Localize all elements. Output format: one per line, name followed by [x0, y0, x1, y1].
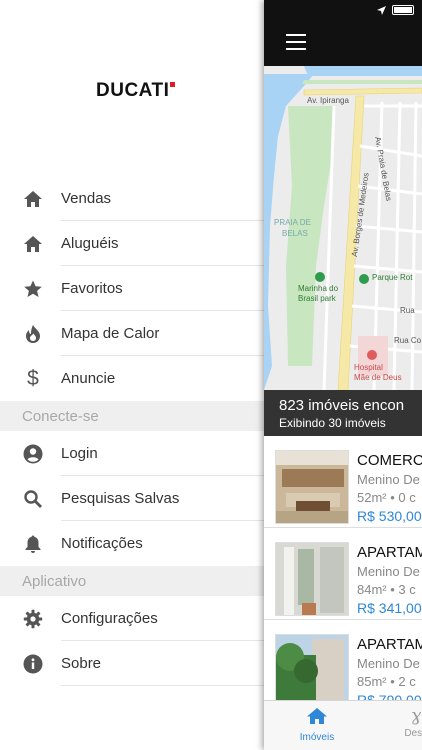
listing-specs: 52m² • 0 c — [357, 490, 416, 505]
menu-item-vendas[interactable]: Vendas — [0, 176, 265, 221]
tab-label: Dese — [404, 728, 422, 739]
tab-imoveis[interactable]: Imóveis — [277, 707, 357, 743]
listing-photo — [275, 450, 349, 524]
map-label: Parque Rot — [372, 273, 413, 282]
map-label: Mãe de Deus — [354, 373, 402, 382]
map-label: Av. Ipiranga — [307, 96, 349, 105]
info-icon — [22, 653, 44, 675]
listing-card[interactable]: COMERCI Menino De 52m² • 0 c R$ 530,00 — [264, 436, 422, 528]
listing-specs: 85m² • 2 c — [357, 674, 416, 689]
menu-label: Aluguéis — [61, 235, 119, 252]
menu-label: Pesquisas Salvas — [61, 490, 180, 507]
map-label: BELAS — [282, 229, 308, 238]
star-icon — [22, 278, 44, 300]
menu-item-pesquisas-salvas[interactable]: Pesquisas Salvas — [0, 476, 265, 521]
listing-specs: 84m² • 3 c — [357, 582, 416, 597]
gear-icon — [22, 608, 44, 630]
map-label: Marinha do — [298, 284, 339, 293]
menu-item-sobre[interactable]: Sobre — [0, 641, 265, 686]
menu-label: Configurações — [61, 610, 158, 627]
navigation-drawer: DUCATI Vendas Aluguéis Favoritos Mapa de… — [0, 0, 265, 750]
flame-icon — [22, 323, 44, 345]
top-navigation-bar — [264, 0, 422, 66]
menu-label: Favoritos — [61, 280, 123, 297]
brand-logo: DUCATI — [96, 80, 176, 102]
listing-price: R$ 530,00 — [357, 508, 422, 524]
battery-icon — [392, 5, 414, 15]
menu-label: Vendas — [61, 190, 112, 207]
menu-label: Sobre — [61, 655, 102, 672]
home-icon — [22, 188, 44, 210]
menu-label: Mapa de Calor — [61, 325, 160, 342]
dollar-icon: $ — [27, 366, 39, 390]
menu-item-notificacoes[interactable]: Notificações — [0, 521, 265, 566]
listing-title: COMERCI — [357, 452, 422, 469]
map-label: Hospital — [354, 363, 383, 372]
menu-item-anuncie[interactable]: $ Anuncie — [0, 356, 265, 401]
bottom-tab-bar: Imóveis ɣ Dese — [264, 700, 422, 750]
map-label: Brasil park — [298, 294, 336, 303]
menu-item-mapa-de-calor[interactable]: Mapa de Calor — [0, 311, 265, 356]
user-icon — [22, 443, 44, 465]
map-label: Rua Co — [394, 336, 422, 345]
divider — [61, 685, 265, 686]
listing-photo — [275, 634, 349, 708]
results-shown: Exibindo 30 imóveis — [279, 416, 386, 430]
menu-item-alugueis[interactable]: Aluguéis — [0, 221, 265, 266]
main-panel: Av. Ipiranga Av. Praia de Belas Av. Borg… — [264, 0, 422, 750]
map-label: Rua — [400, 306, 415, 315]
map-label: PRAIA DE — [274, 218, 311, 227]
map-view[interactable]: Av. Ipiranga Av. Praia de Belas Av. Borg… — [264, 66, 422, 390]
menu-item-favoritos[interactable]: Favoritos — [0, 266, 265, 311]
menu-item-login[interactable]: Login — [0, 431, 265, 476]
menu-label: Login — [61, 445, 98, 462]
listing-location: Menino De — [357, 472, 420, 487]
section-header-aplicativo: Aplicativo — [0, 566, 265, 596]
home-icon — [307, 708, 327, 724]
listing-photo — [275, 542, 349, 616]
tab-desenhar[interactable]: ɣ Dese — [376, 707, 422, 739]
home-icon — [22, 233, 44, 255]
listing-location: Menino De — [357, 564, 420, 579]
search-icon — [22, 488, 44, 510]
listing-card[interactable]: APARTAM Menino De 84m² • 3 c R$ 341,00 — [264, 528, 422, 620]
results-summary-bar: 823 imóveis encon Exibindo 30 imóveis — [264, 390, 422, 436]
menu-hamburger-icon[interactable] — [286, 34, 306, 50]
status-bar — [377, 5, 414, 15]
tab-label: Imóveis — [299, 732, 335, 743]
draw-icon: ɣ — [410, 706, 422, 726]
listing-title: APARTAM — [357, 636, 422, 653]
results-count: 823 imóveis encon — [279, 397, 405, 414]
listing-price: R$ 341,00 — [357, 600, 422, 616]
listing-title: APARTAM — [357, 544, 422, 561]
location-arrow-icon — [377, 5, 386, 15]
logo-mark — [170, 82, 176, 87]
listing-card[interactable]: APARTAM Menino De 85m² • 2 c R$ 790,00 — [264, 620, 422, 712]
menu-label: Notificações — [61, 535, 143, 552]
menu-label: Anuncie — [61, 370, 116, 387]
listing-location: Menino De — [357, 656, 420, 671]
bell-icon — [22, 533, 44, 555]
menu-item-configuracoes[interactable]: Configurações — [0, 596, 265, 641]
section-header-conecte-se: Conecte-se — [0, 401, 265, 431]
